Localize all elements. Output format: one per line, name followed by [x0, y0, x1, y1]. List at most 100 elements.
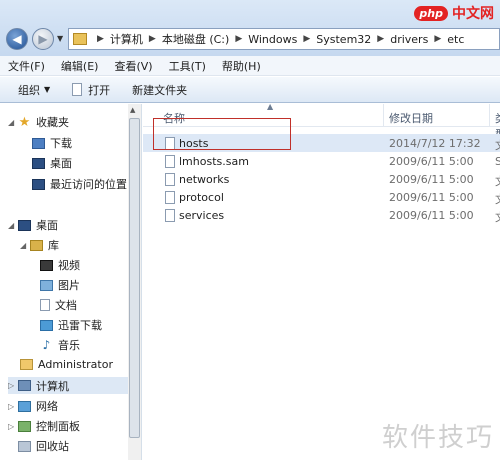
- address-path-box[interactable]: ▶ 计算机 ▶ 本地磁盘 (C:) ▶ Windows ▶ System32 ▶…: [68, 28, 500, 50]
- chevron-right-icon[interactable]: ▶: [434, 34, 441, 44]
- breadcrumb-windows[interactable]: Windows: [248, 33, 297, 46]
- nav-label: 下载: [50, 137, 72, 150]
- video-icon: [40, 259, 53, 271]
- nav-documents[interactable]: 文档: [40, 297, 77, 313]
- open-label: 打开: [88, 83, 111, 97]
- highlight-annotation-box: [153, 118, 291, 150]
- chevron-right-icon[interactable]: ▶: [377, 34, 384, 44]
- nav-downloads[interactable]: 下载: [32, 135, 72, 151]
- logo-php-badge: php: [414, 5, 448, 21]
- nav-pictures[interactable]: 图片: [40, 277, 80, 293]
- chevron-right-icon[interactable]: ▶: [303, 34, 310, 44]
- nav-label: 收藏夹: [36, 116, 69, 129]
- nav-desktop[interactable]: ◢ 桌面: [8, 217, 58, 233]
- chevron-right-icon[interactable]: ▶: [149, 34, 156, 44]
- file-type: 文: [495, 173, 500, 189]
- file-row-lmhosts[interactable]: lmhosts.sam 2009/6/11 5:00 S: [143, 152, 500, 170]
- back-button[interactable]: ◀: [6, 28, 28, 50]
- recent-pages-dropdown[interactable]: ▼: [57, 34, 63, 43]
- logo-text: 中文网: [452, 6, 494, 22]
- expand-arrow-icon[interactable]: ▷: [8, 402, 18, 411]
- menu-help[interactable]: 帮助(H): [222, 58, 261, 74]
- file-name: networks: [179, 173, 230, 186]
- file-row-networks[interactable]: networks 2009/6/11 5:00 文: [143, 170, 500, 188]
- menu-bar: 文件(F) 编辑(E) 查看(V) 工具(T) 帮助(H): [0, 56, 500, 76]
- breadcrumb: ▶ 计算机 ▶ 本地磁盘 (C:) ▶ Windows ▶ System32 ▶…: [91, 31, 464, 47]
- file-icon: [165, 173, 175, 186]
- nav-favorites[interactable]: ◢ ★ 收藏夹: [8, 114, 69, 130]
- address-bar-area: php 中文网 ◀ ▶ ▼ ▶ 计算机 ▶ 本地磁盘 (C:) ▶ Window…: [0, 0, 500, 56]
- file-type: 文: [495, 191, 500, 207]
- scroll-up-icon[interactable]: ▲: [130, 106, 135, 114]
- menu-file[interactable]: 文件(F): [8, 58, 45, 74]
- nav-videos[interactable]: 视频: [40, 257, 80, 273]
- file-icon: [165, 209, 175, 222]
- user-folder-icon: [20, 359, 33, 370]
- nav-label: 桌面: [36, 219, 58, 232]
- picture-icon: [40, 279, 53, 291]
- menu-tools[interactable]: 工具(T): [169, 58, 206, 74]
- breadcrumb-system32[interactable]: System32: [316, 33, 371, 46]
- nav-label: 音乐: [58, 339, 80, 352]
- nav-network[interactable]: ▷ 网络: [8, 398, 58, 414]
- nav-label: 文档: [55, 299, 77, 312]
- nav-label: 桌面: [50, 157, 72, 170]
- nav-administrator[interactable]: Administrator: [20, 358, 113, 371]
- nav-desktop-favorite[interactable]: 桌面: [32, 155, 72, 171]
- menu-view[interactable]: 查看(V): [114, 58, 152, 74]
- nav-scrollbar-thumb[interactable]: [129, 118, 140, 438]
- file-name: services: [179, 209, 225, 222]
- open-button[interactable]: 打开: [72, 82, 110, 98]
- breadcrumb-drivers[interactable]: drivers: [390, 33, 428, 46]
- file-name: protocol: [179, 191, 224, 204]
- desktop-icon: [32, 157, 45, 169]
- file-date: 2014/7/12 17:32: [389, 137, 481, 150]
- file-icon: [165, 155, 175, 168]
- nav-music[interactable]: ♪ 音乐: [40, 337, 80, 353]
- breadcrumb-local-disk[interactable]: 本地磁盘 (C:): [162, 31, 229, 47]
- expand-arrow-icon[interactable]: ▷: [8, 381, 18, 390]
- nav-library[interactable]: ◢ 库: [20, 237, 59, 253]
- column-date-header[interactable]: 修改日期: [389, 110, 433, 126]
- document-icon: [72, 83, 83, 96]
- chevron-right-icon[interactable]: ▶: [97, 34, 104, 44]
- file-row-protocol[interactable]: protocol 2009/6/11 5:00 文: [143, 188, 500, 206]
- computer-icon: [18, 380, 31, 391]
- file-date: 2009/6/11 5:00: [389, 209, 474, 222]
- nav-computer[interactable]: ▷ 计算机: [8, 377, 128, 394]
- desktop-icon: [18, 219, 31, 231]
- expand-arrow-icon[interactable]: ▷: [8, 422, 18, 431]
- new-folder-label: 新建文件夹: [132, 83, 188, 97]
- menu-edit[interactable]: 编辑(E): [61, 58, 99, 74]
- network-icon: [18, 400, 31, 412]
- nav-recycle-bin[interactable]: 回收站: [8, 438, 69, 454]
- chevron-right-icon[interactable]: ▶: [235, 34, 242, 44]
- file-row-services[interactable]: services 2009/6/11 5:00 文: [143, 206, 500, 224]
- column-divider[interactable]: [383, 104, 384, 126]
- nav-xunlei-downloads[interactable]: 迅雷下载: [40, 317, 102, 333]
- star-icon: ★: [18, 114, 31, 130]
- breadcrumb-etc[interactable]: etc: [447, 33, 464, 46]
- nav-label: 视频: [58, 259, 80, 272]
- organize-button[interactable]: 组织 ▼: [18, 82, 50, 98]
- file-date: 2009/6/11 5:00: [389, 155, 474, 168]
- new-folder-button[interactable]: 新建文件夹: [132, 82, 187, 98]
- collapse-arrow-icon[interactable]: ◢: [20, 241, 30, 250]
- recent-places-icon: [32, 178, 45, 190]
- forward-button[interactable]: ▶: [32, 28, 54, 50]
- nav-recent-places[interactable]: 最近访问的位置: [32, 176, 127, 192]
- file-date: 2009/6/11 5:00: [389, 173, 474, 186]
- chevron-down-icon: ▼: [44, 85, 51, 94]
- organize-label: 组织: [18, 83, 40, 97]
- downloads-folder-icon: [32, 137, 45, 149]
- nav-control-panel[interactable]: ▷ 控制面板: [8, 418, 80, 434]
- site-logo: php 中文网: [414, 2, 494, 24]
- command-toolbar: 组织 ▼ 打开 新建文件夹: [0, 77, 500, 103]
- column-divider[interactable]: [489, 104, 490, 126]
- nav-label: Administrator: [38, 358, 113, 371]
- collapse-arrow-icon[interactable]: ◢: [8, 221, 18, 230]
- collapse-arrow-icon[interactable]: ◢: [8, 118, 18, 127]
- nav-scrollbar[interactable]: ▲: [128, 104, 141, 460]
- nav-label: 控制面板: [36, 420, 80, 433]
- breadcrumb-computer[interactable]: 计算机: [110, 31, 143, 47]
